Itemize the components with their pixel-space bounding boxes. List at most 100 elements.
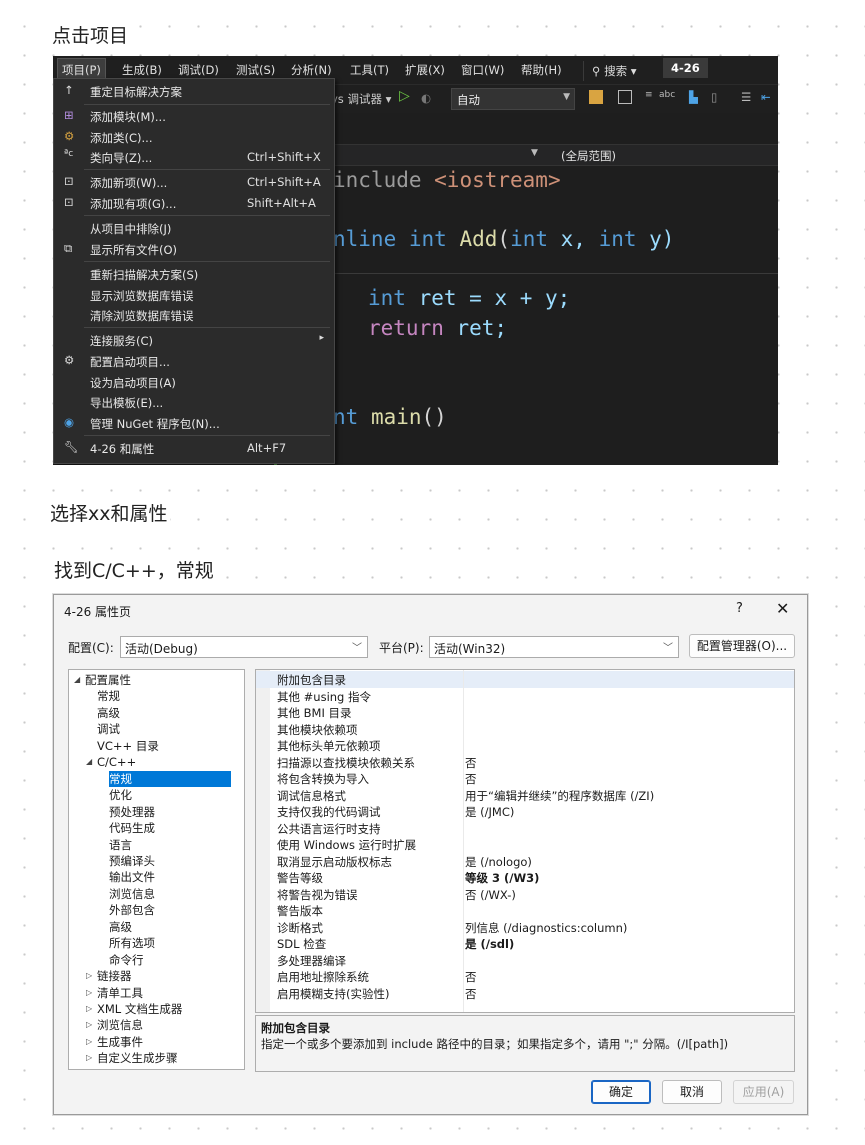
window-layout-icon[interactable] (618, 90, 632, 104)
cancel-button[interactable]: 取消 (662, 1080, 722, 1104)
tree-item[interactable]: 预处理器 (109, 804, 155, 820)
property-row[interactable]: 其他模块依赖项 (256, 721, 794, 738)
config-dropdown[interactable]: 活动(Debug) ﹀ (120, 636, 368, 658)
tree-item[interactable]: 常规 (97, 688, 120, 704)
property-value[interactable]: 是 (/JMC) (465, 804, 514, 820)
collapsed-arrow-icon[interactable]: ▷ (86, 988, 92, 997)
menu-item-manage-nuget[interactable]: ◉ 管理 NuGet 程序包(N)... (54, 413, 334, 433)
tree-item[interactable]: 高级 (109, 919, 132, 935)
property-row[interactable]: 支持仅我的代码调试 是 (/JMC) (256, 803, 794, 820)
tree-item[interactable]: 输出文件 (109, 869, 155, 885)
menu-item-show-all-files[interactable]: ⧉ 显示所有文件(O) (54, 239, 334, 259)
outdent-icon[interactable]: ⇤ (761, 90, 775, 104)
collapsed-arrow-icon[interactable]: ▷ (86, 971, 92, 980)
menu-item-exclude[interactable]: 从项目中排除(J) (54, 218, 334, 238)
menu-item-add-new[interactable]: ⊡ 添加新项(W)... Ctrl+Shift+A (54, 172, 334, 192)
collapsed-arrow-icon[interactable]: ▷ (86, 1020, 92, 1029)
menu-window[interactable]: 窗口(W) (461, 62, 504, 78)
search-box[interactable]: ⚲ 搜索 ▾ (583, 61, 645, 81)
property-value[interactable]: 否 (/WX-) (465, 887, 516, 903)
property-row[interactable]: SDL 检查 是 (/sdl) (256, 935, 794, 952)
menu-build[interactable]: 生成(B) (122, 62, 162, 78)
expanded-arrow-icon[interactable]: ◢ (74, 675, 80, 684)
debugger-selector[interactable]: vs 调试器 ▾ (331, 91, 391, 107)
property-value[interactable]: 用于“编辑并继续”的程序数据库 (/ZI) (465, 788, 654, 804)
tree-item[interactable]: VC++ 目录 (97, 738, 159, 754)
property-value[interactable]: 是 (/nologo) (465, 854, 532, 870)
property-row[interactable]: 调试信息格式 用于“编辑并继续”的程序数据库 (/ZI) (256, 787, 794, 804)
collapsed-arrow-icon[interactable]: ▷ (86, 1004, 92, 1013)
tree-item[interactable]: 代码生成 (109, 820, 155, 836)
tree-item[interactable]: 优化 (109, 787, 132, 803)
tree-item[interactable]: 语言 (109, 837, 132, 853)
property-row[interactable]: 多处理器编译 (256, 952, 794, 969)
menu-debug[interactable]: 调试(D) (178, 62, 219, 78)
menu-item-add-class[interactable]: ⚙ 添加类(C)... (54, 127, 334, 147)
platform-dropdown[interactable]: 活动(Win32) ﹀ (429, 636, 679, 658)
property-row[interactable]: 启用模糊支持(实验性) 否 (256, 985, 794, 1002)
property-tree[interactable]: ◢ 配置属性 常规 高级 调试 VC++ 目录 ◢ C/C++ 常规 优化 预处理器 代码生成 语言 预编… (68, 669, 245, 1070)
indent-icon[interactable]: ☰ (741, 90, 755, 104)
menu-item-set-startup[interactable]: 设为启动项目(A) (54, 372, 334, 392)
tree-item[interactable]: 链接器 (97, 968, 132, 984)
apply-button[interactable]: 应用(A) (733, 1080, 794, 1104)
tree-item[interactable]: 外部包含 (109, 902, 155, 918)
property-row[interactable]: 其他 BMI 目录 (256, 704, 794, 721)
tree-item[interactable]: 高级 (97, 705, 120, 721)
start-debug-icon[interactable]: ▷ (399, 88, 410, 104)
tree-item[interactable]: 命令行 (109, 952, 144, 968)
open-folder-icon[interactable] (589, 90, 603, 104)
property-value[interactable]: 否 (465, 986, 477, 1002)
property-row[interactable]: 启用地址擦除系统 否 (256, 968, 794, 985)
tree-item[interactable]: 常规 (109, 770, 231, 787)
property-value[interactable]: 列信息 (/diagnostics:column) (465, 920, 627, 936)
menu-item-class-wizard[interactable]: ªc 类向导(Z)... Ctrl+Shift+X (54, 147, 334, 167)
tree-item[interactable]: 生成事件 (97, 1034, 143, 1050)
property-value[interactable]: 否 (465, 969, 477, 985)
property-row[interactable]: 其他 #using 指令 (256, 688, 794, 705)
bookmark-prev-icon[interactable]: ▯ (711, 90, 725, 104)
property-value[interactable]: 是 (/sdl) (465, 936, 514, 952)
bookmark-icon[interactable]: ▙ (689, 90, 703, 104)
property-row[interactable]: 扫描源以查找模块依赖关系 否 (256, 754, 794, 771)
menu-item-configure-startup[interactable]: ⚙ 配置启动项目... (54, 351, 334, 371)
format-icon[interactable]: ≡ (645, 90, 659, 104)
tree-item[interactable]: 预编译头 (109, 853, 155, 869)
property-row[interactable]: 附加包含目录 (256, 671, 794, 688)
tree-item[interactable]: 清单工具 (97, 985, 143, 1001)
tree-item[interactable]: 自定义生成步骤 (97, 1050, 178, 1066)
menu-tools[interactable]: 工具(T) (350, 62, 389, 78)
collapsed-arrow-icon[interactable]: ▷ (86, 1053, 92, 1062)
tree-item[interactable]: 配置属性 (85, 672, 131, 688)
scope-dropdown[interactable]: (全局范围) (561, 148, 616, 164)
menu-item-add-module[interactable]: ⊞ 添加模块(M)... (54, 106, 334, 126)
menu-test[interactable]: 测试(S) (236, 62, 275, 78)
tree-item[interactable]: 浏览信息 (109, 886, 155, 902)
property-row[interactable]: 将警告视为错误 否 (/WX-) (256, 886, 794, 903)
chevron-down-icon[interactable]: ▼ (531, 148, 538, 158)
tree-item[interactable]: 调试 (97, 721, 120, 737)
menu-item-add-existing[interactable]: ⊡ 添加现有项(G)... Shift+Alt+A (54, 193, 334, 213)
menu-item-retarget[interactable]: ↑ 重定目标解决方案 (54, 81, 334, 101)
spellcheck-icon[interactable]: abc (659, 90, 675, 104)
property-value[interactable]: 等级 3 (/W3) (465, 870, 539, 886)
property-row[interactable]: 警告版本 (256, 902, 794, 919)
property-row[interactable]: 取消显示启动版权标志 是 (/nologo) (256, 853, 794, 870)
help-button[interactable]: ? (736, 601, 743, 616)
close-button[interactable]: ✕ (776, 599, 789, 618)
tree-item[interactable]: C/C++ (97, 754, 136, 770)
menu-analyze[interactable]: 分析(N) (291, 62, 332, 78)
menu-item-show-db-errors[interactable]: 显示浏览数据库错误 (54, 285, 334, 305)
property-row[interactable]: 诊断格式 列信息 (/diagnostics:column) (256, 919, 794, 936)
tree-item[interactable]: 浏览信息 (97, 1017, 143, 1033)
menu-help[interactable]: 帮助(H) (521, 62, 562, 78)
menu-item-rescan[interactable]: 重新扫描解决方案(S) (54, 264, 334, 284)
menu-extensions[interactable]: 扩展(X) (405, 62, 445, 78)
tree-item[interactable]: XML 文档生成器 (97, 1001, 182, 1017)
menu-item-clear-db-errors[interactable]: 清除浏览数据库错误 (54, 305, 334, 325)
solution-config-dropdown[interactable]: 自动 ▼ (451, 88, 575, 110)
property-value[interactable]: 否 (465, 755, 477, 771)
collapsed-arrow-icon[interactable]: ▷ (86, 1037, 92, 1046)
property-row[interactable]: 将包含转换为导入 否 (256, 770, 794, 787)
property-row[interactable]: 其他标头单元依赖项 (256, 737, 794, 754)
